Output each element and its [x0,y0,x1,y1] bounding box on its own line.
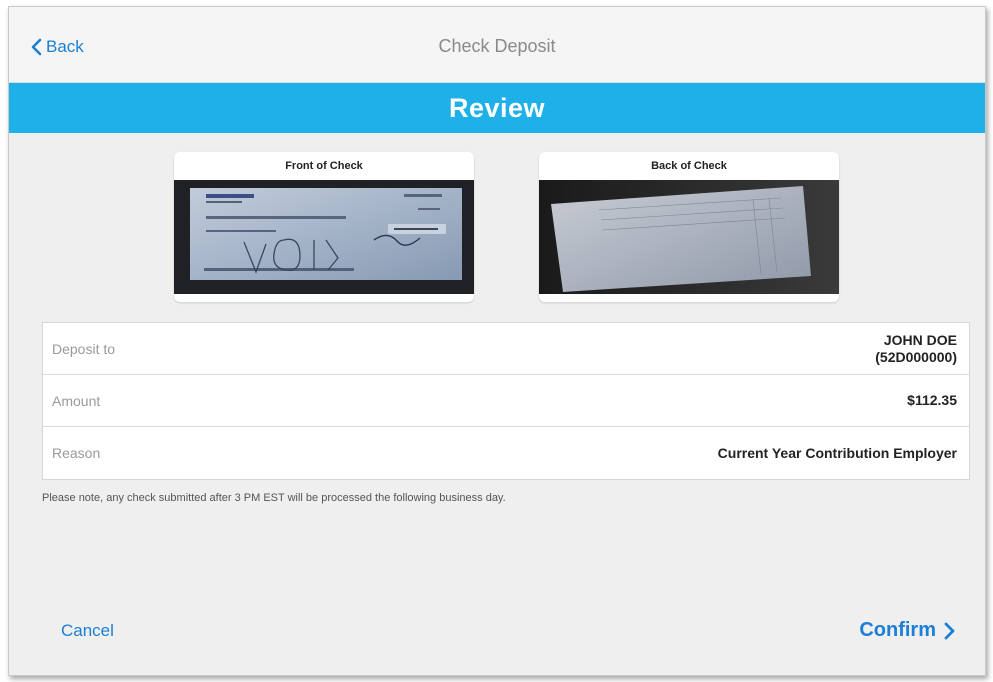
back-check-image [539,180,839,294]
confirm-button[interactable]: Confirm [859,619,955,642]
amount-label: Amount [52,392,101,409]
confirm-label: Confirm [859,619,936,641]
reason-label: Reason [52,445,101,461]
reason-value: Current Year Contribution Employer [718,427,957,479]
cancel-button[interactable]: Cancel [61,621,114,641]
deposit-to-label: Deposit to [52,340,116,357]
deposit-details: Deposit to JOHN DOE (52D000000) Amount $… [42,322,970,480]
amount-row: Amount $112.35 [43,375,969,427]
amount-value: $112.35 [907,375,957,426]
navigation-bar: Back Check Deposit [9,7,985,83]
page-title: Check Deposit [438,36,556,56]
reason-row: Reason Current Year Contribution Employe… [43,427,969,479]
amount-text: $112.35 [907,392,957,408]
check-deposit-screen: Back Check Deposit Review Front of Check [8,6,986,676]
reason-text: Current Year Contribution Employer [717,444,957,461]
front-check-image [174,180,474,294]
review-banner: Review [9,83,985,133]
back-of-check-card[interactable]: Back of Check [539,152,839,302]
review-title: Review [448,92,546,123]
chevron-right-icon [944,622,955,639]
front-of-check-label: Front of Check [285,160,363,172]
deposit-to-row: Deposit to JOHN DOE (52D000000) [43,323,969,375]
account-holder-name: JOHN DOE [883,331,957,348]
back-of-check-label: Back of Check [651,160,727,172]
account-number: (52D000000) [875,348,957,365]
processing-note: Please note, any check submitted after 3… [42,492,506,504]
deposit-to-value: JOHN DOE (52D000000) [875,323,957,374]
front-of-check-card[interactable]: Front of Check [174,152,474,302]
